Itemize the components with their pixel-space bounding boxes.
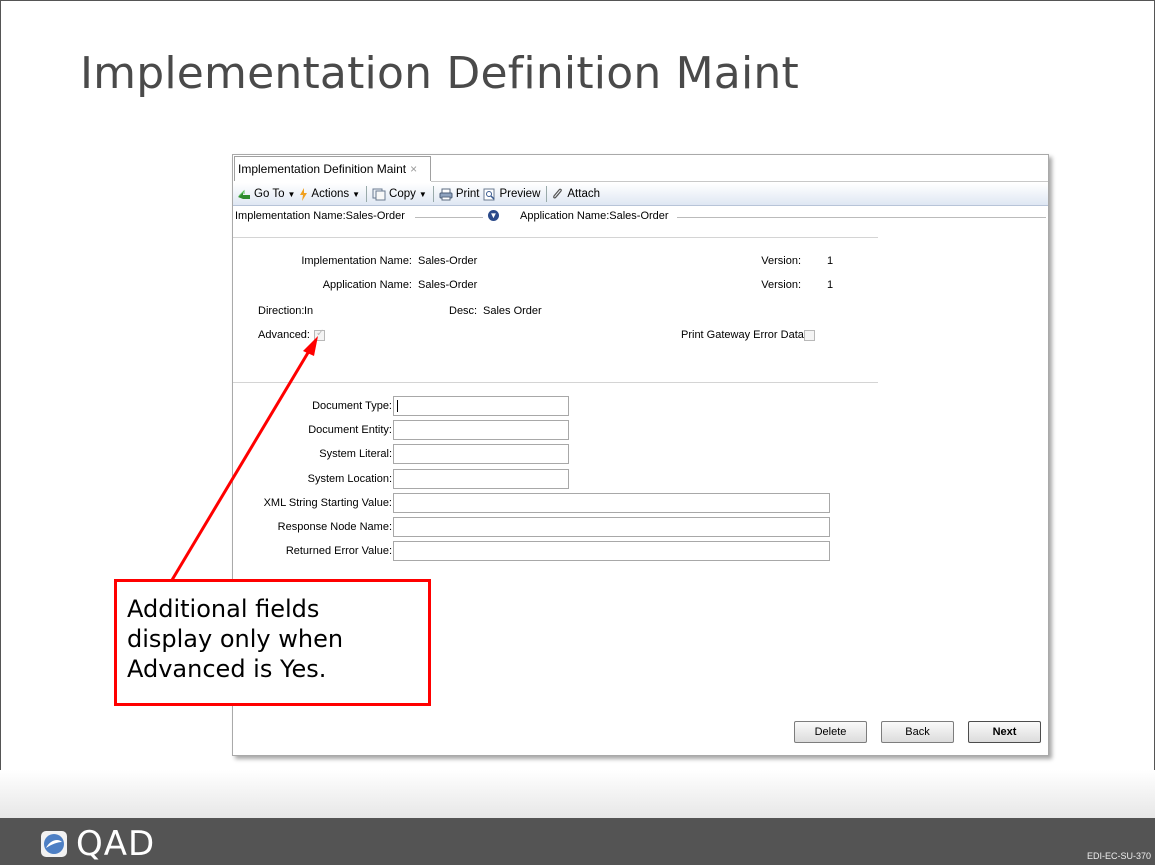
- goto-button[interactable]: Go To ▼: [237, 188, 295, 200]
- copy-label: Copy: [389, 188, 416, 200]
- print-button[interactable]: Print: [439, 188, 480, 201]
- advanced-label: Advanced:: [258, 329, 310, 341]
- toolbar-separator: [432, 186, 434, 202]
- xml-string-starting-value-label: XML String Starting Value:: [263, 497, 392, 509]
- qad-logo-text: QAD: [76, 824, 156, 864]
- callout-line-1: Additional fields: [127, 595, 320, 623]
- returned-error-value-label: Returned Error Value:: [285, 545, 392, 557]
- footer-gradient: [0, 770, 1155, 820]
- paperclip-icon: [553, 188, 563, 198]
- actions-button[interactable]: Actions ▼: [299, 187, 361, 201]
- document-type-input[interactable]: [393, 396, 569, 416]
- slide-footer: QAD EDI-EC-SU-370: [0, 818, 1155, 865]
- callout-line-3: Advanced is Yes.: [127, 655, 327, 683]
- printer-icon: [439, 188, 453, 200]
- document-type-label: Document Type:: [312, 400, 392, 412]
- copy-icon: [372, 188, 386, 200]
- version-label: Version:: [761, 255, 801, 267]
- application-name-value: Sales-Order: [418, 279, 478, 291]
- checkmark-icon: ✓: [316, 328, 325, 339]
- copy-button[interactable]: Copy ▼: [372, 188, 427, 201]
- preview-label: Preview: [499, 188, 541, 200]
- version-value: 1: [827, 279, 834, 291]
- system-location-input[interactable]: [393, 469, 569, 489]
- delete-button[interactable]: Delete: [794, 721, 867, 743]
- returned-error-value-input[interactable]: [393, 541, 830, 561]
- preview-icon: [483, 188, 496, 200]
- response-node-name-input[interactable]: [393, 517, 830, 537]
- version-label: Version:: [761, 279, 801, 291]
- chevron-down-icon: ▼: [287, 189, 296, 199]
- goto-arrow-icon: [238, 189, 250, 199]
- toolbar-separator: [546, 186, 548, 202]
- toolbar-separator: [366, 186, 368, 202]
- slide-code: EDI-EC-SU-370: [1086, 851, 1151, 861]
- desc-value: Sales Order: [483, 305, 542, 317]
- tab-implementation-definition-maint[interactable]: Implementation Definition Maint ×: [234, 156, 431, 181]
- response-node-name-label: Response Node Name:: [277, 521, 392, 533]
- section-divider: [233, 237, 878, 238]
- implementation-name-value: Sales-Order: [418, 255, 478, 267]
- back-button[interactable]: Back: [881, 721, 954, 743]
- direction-value: In: [304, 305, 314, 317]
- advanced-checkbox[interactable]: ✓: [314, 328, 325, 341]
- qad-logo: QAD: [40, 824, 155, 864]
- chevron-down-icon: ▼: [418, 189, 427, 199]
- system-literal-input[interactable]: [393, 444, 569, 464]
- breadcrumb-implementation: Implementation Name:Sales-Order: [235, 210, 405, 222]
- document-entity-input[interactable]: [393, 420, 569, 440]
- xml-string-starting-value-input[interactable]: [393, 493, 830, 513]
- print-gateway-error-checkbox[interactable]: [804, 330, 815, 341]
- attach-label: Attach: [567, 188, 600, 200]
- lightning-icon: [300, 187, 308, 201]
- breadcrumb-divider: [415, 217, 483, 218]
- tab-label: Implementation Definition Maint: [238, 162, 407, 176]
- breadcrumb-application: Application Name:Sales-Order: [520, 210, 669, 222]
- desc-label: Desc:: [449, 305, 478, 317]
- expand-chevron-icon[interactable]: ▼: [488, 210, 499, 221]
- goto-label: Go To: [254, 188, 285, 200]
- version-value: 1: [827, 255, 834, 267]
- toolbar: Go To ▼ Actions ▼ Copy ▼ Print Preview A…: [233, 183, 1048, 206]
- next-button[interactable]: Next: [968, 721, 1041, 743]
- preview-button[interactable]: Preview: [483, 188, 540, 201]
- qad-logo-icon: [41, 831, 67, 857]
- callout-box: Additional fields display only when Adva…: [114, 579, 431, 706]
- tab-strip-line: [431, 181, 1048, 182]
- breadcrumb-divider: [677, 217, 1046, 218]
- direction-label: Direction:: [258, 305, 305, 317]
- section-divider: [233, 382, 878, 383]
- slide-title: Implementation Definition Maint: [80, 48, 799, 99]
- application-name-label: Application Name:: [322, 279, 412, 291]
- document-entity-label: Document Entity:: [308, 424, 392, 436]
- print-gateway-error-label: Print Gateway Error Data:: [681, 329, 807, 341]
- attach-button[interactable]: Attach: [552, 188, 600, 201]
- close-icon[interactable]: ×: [410, 162, 417, 176]
- chevron-down-icon: ▼: [352, 189, 361, 199]
- system-location-label: System Location:: [307, 473, 392, 485]
- text-cursor: [397, 400, 398, 412]
- breadcrumb: Implementation Name:Sales-Order ▼ Applic…: [233, 208, 1048, 224]
- print-label: Print: [455, 188, 480, 200]
- implementation-name-label: Implementation Name:: [301, 255, 412, 267]
- actions-label: Actions: [311, 188, 350, 200]
- system-literal-label: System Literal:: [319, 448, 392, 460]
- callout-line-2: display only when: [127, 625, 344, 653]
